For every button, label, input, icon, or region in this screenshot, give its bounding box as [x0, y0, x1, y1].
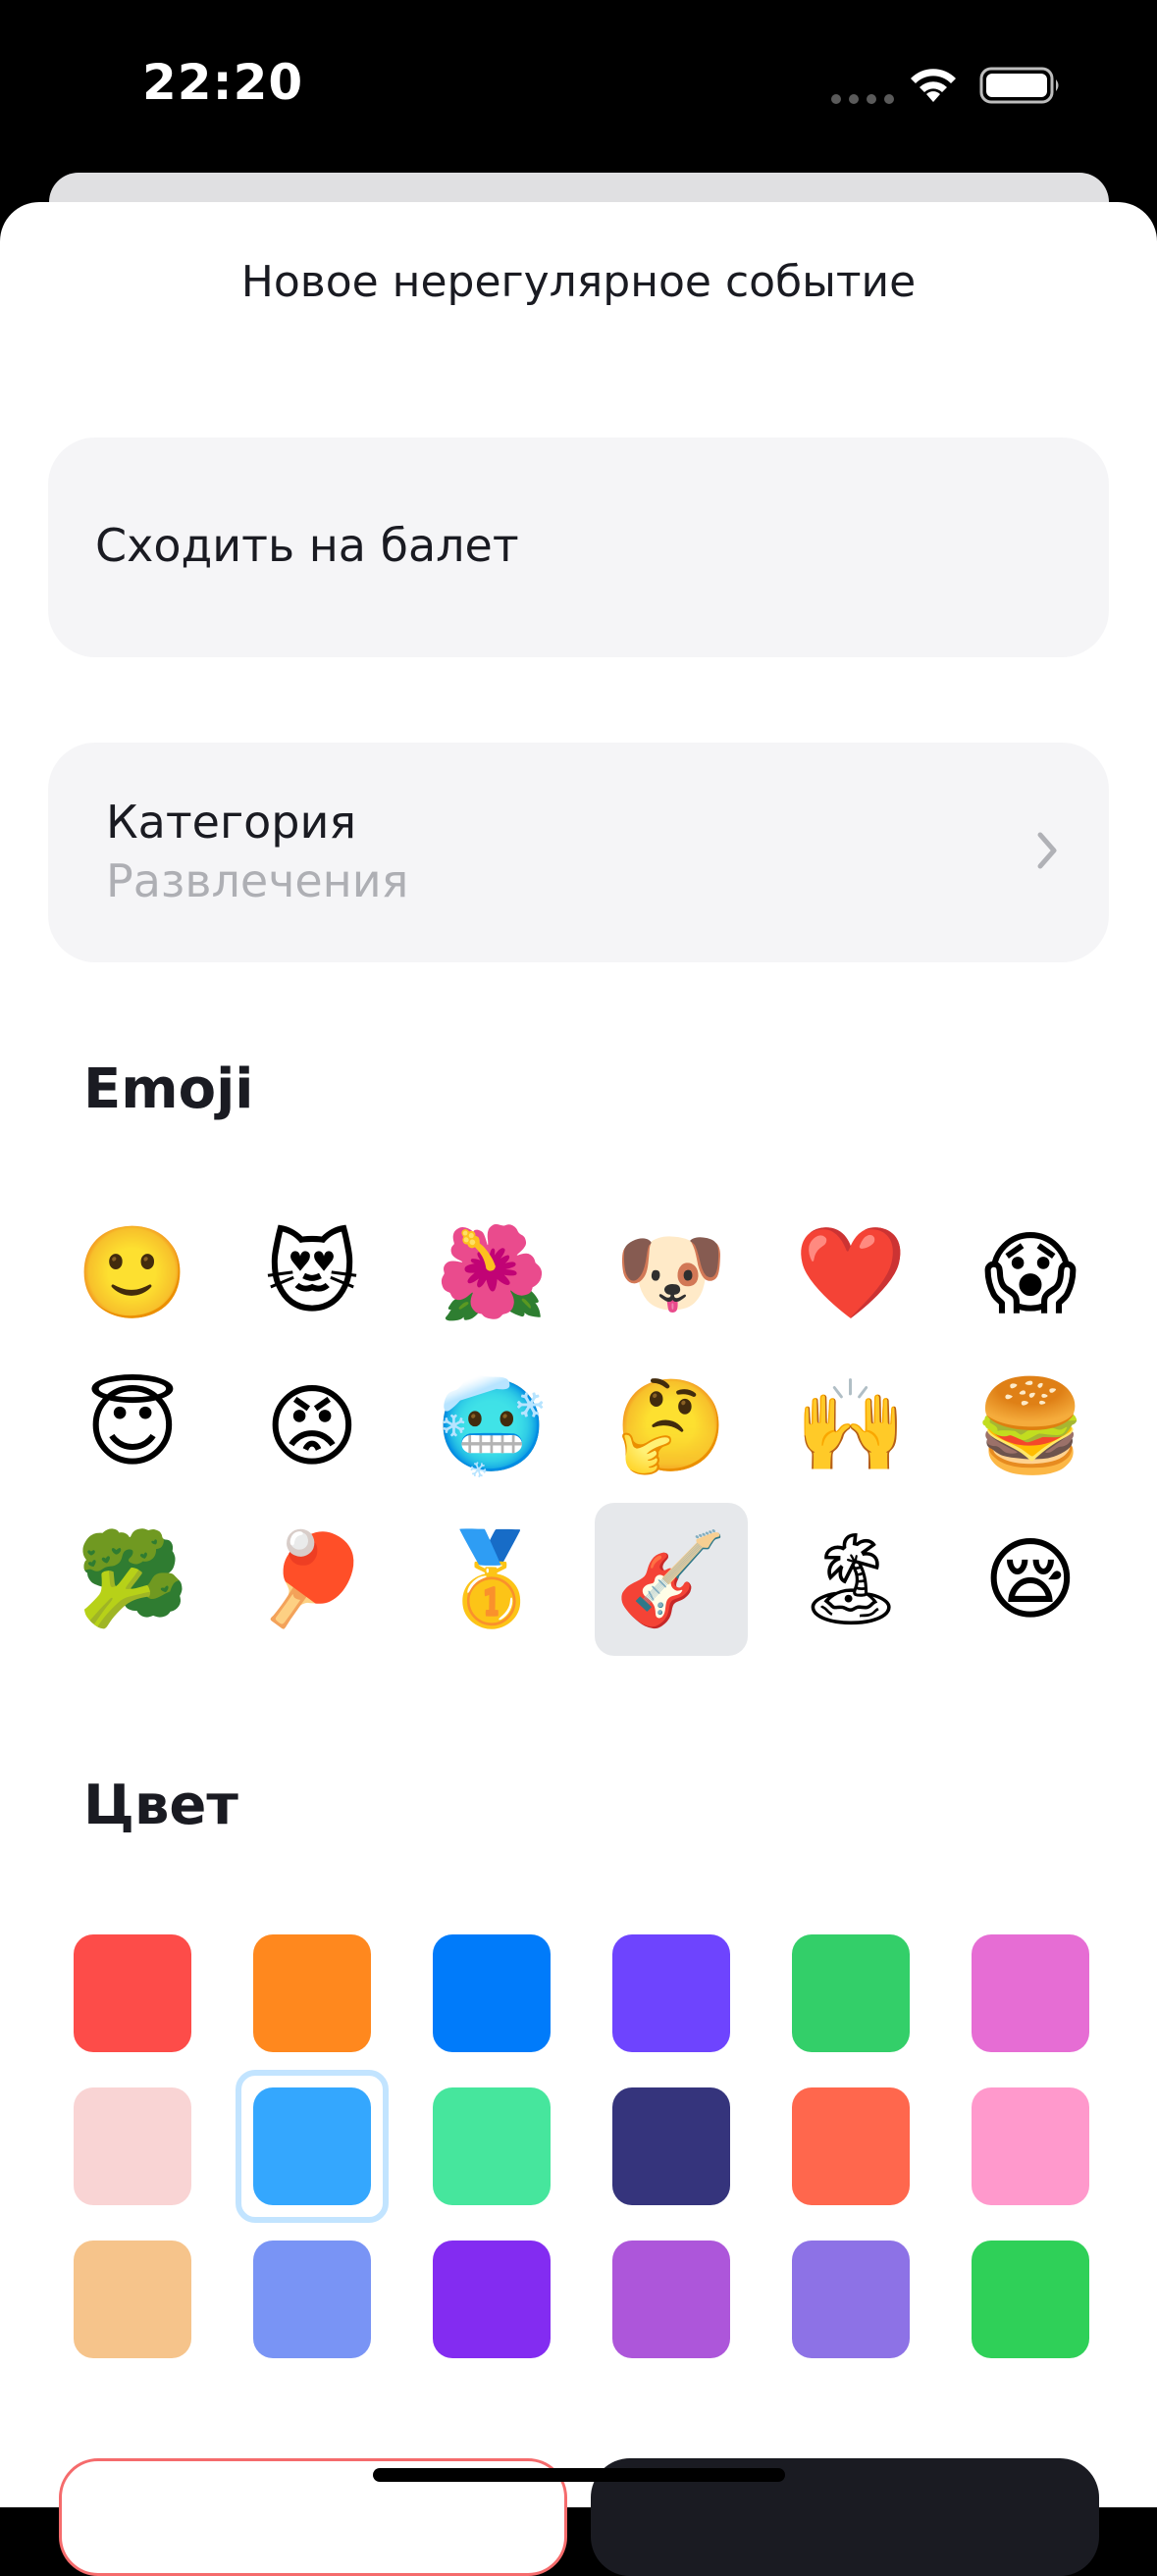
emoji-cell[interactable]: 🥶 [415, 1350, 568, 1503]
color-cell[interactable] [595, 1917, 748, 2070]
emoji-cell[interactable]: 😻 [236, 1197, 389, 1350]
color-swatch [433, 2087, 551, 2205]
emoji-cell[interactable]: 🎸 [595, 1503, 748, 1656]
emoji-grid: 🙂 😻 🌺 🐶 ❤️ 😱 😇 😡 🥶 🤔 🙌 🍔 🥦 🏓 🥇 🎸 🏝 😪 [56, 1197, 1104, 1656]
color-cell[interactable] [236, 2070, 389, 2223]
color-swatch [972, 2087, 1089, 2205]
color-cell[interactable] [236, 2223, 389, 2376]
color-cell[interactable] [56, 1917, 209, 2070]
color-cell[interactable] [774, 1917, 927, 2070]
emoji-cell[interactable]: 😇 [56, 1350, 209, 1503]
wifi-icon [911, 69, 956, 102]
emoji-cell[interactable]: 🙌 [774, 1350, 927, 1503]
color-cell[interactable] [415, 2070, 568, 2223]
emoji-cell[interactable]: 🥦 [56, 1503, 209, 1656]
color-swatch [74, 1934, 191, 2052]
color-swatch [612, 2087, 730, 2205]
color-swatch [253, 1934, 371, 2052]
color-swatch [74, 2241, 191, 2358]
emoji-cell[interactable]: ❤️ [774, 1197, 927, 1350]
emoji-cell[interactable]: 😡 [236, 1350, 389, 1503]
color-cell[interactable] [954, 2070, 1107, 2223]
color-cell[interactable] [56, 2223, 209, 2376]
category-row[interactable]: Категория Развлечения [48, 743, 1109, 962]
emoji-cell[interactable]: 🏝 [774, 1503, 927, 1656]
color-cell[interactable] [415, 1917, 568, 2070]
color-cell[interactable] [954, 1917, 1107, 2070]
emoji-cell[interactable]: 🤔 [595, 1350, 748, 1503]
emoji-cell[interactable]: 🥇 [415, 1503, 568, 1656]
battery-icon [979, 67, 1059, 104]
color-cell[interactable] [595, 2070, 748, 2223]
emoji-cell[interactable]: 🍔 [954, 1350, 1107, 1503]
category-label: Категория [106, 796, 357, 849]
emoji-cell[interactable]: 🐶 [595, 1197, 748, 1350]
color-swatch [433, 2241, 551, 2358]
emoji-cell[interactable]: 🙂 [56, 1197, 209, 1350]
color-section-title: Цвет [83, 1774, 238, 1837]
color-swatch [253, 2241, 371, 2358]
color-cell[interactable] [595, 2223, 748, 2376]
color-swatch [612, 1934, 730, 2052]
cellular-signal-icon [831, 94, 894, 104]
category-value: Развлечения [106, 854, 409, 907]
color-cell[interactable] [774, 2070, 927, 2223]
event-name-input[interactable]: Сходить на балет [48, 438, 1109, 657]
color-grid [56, 1917, 1104, 2376]
emoji-cell[interactable]: 🏓 [236, 1503, 389, 1656]
color-swatch [433, 1934, 551, 2052]
page-title: Новое нерегулярное событие [240, 257, 917, 307]
color-swatch [792, 2241, 910, 2358]
color-swatch [612, 2241, 730, 2358]
emoji-section-title: Emoji [83, 1057, 254, 1121]
color-cell[interactable] [236, 1917, 389, 2070]
color-cell[interactable] [415, 2223, 568, 2376]
color-swatch [253, 2087, 371, 2205]
color-swatch [972, 1934, 1089, 2052]
color-swatch [972, 2241, 1089, 2358]
color-swatch [792, 1934, 910, 2052]
status-time: 22:20 [142, 54, 304, 111]
status-bar: 22:20 [0, 0, 1157, 175]
chevron-right-icon [1037, 832, 1057, 869]
event-name-value: Сходить на балет [95, 519, 519, 572]
emoji-cell[interactable]: 😱 [954, 1197, 1107, 1350]
color-cell[interactable] [56, 2070, 209, 2223]
emoji-cell[interactable]: 🌺 [415, 1197, 568, 1350]
emoji-cell[interactable]: 😪 [954, 1503, 1107, 1656]
color-cell[interactable] [774, 2223, 927, 2376]
color-swatch [74, 2087, 191, 2205]
color-swatch [792, 2087, 910, 2205]
home-indicator [373, 2468, 785, 2482]
color-cell[interactable] [954, 2223, 1107, 2376]
